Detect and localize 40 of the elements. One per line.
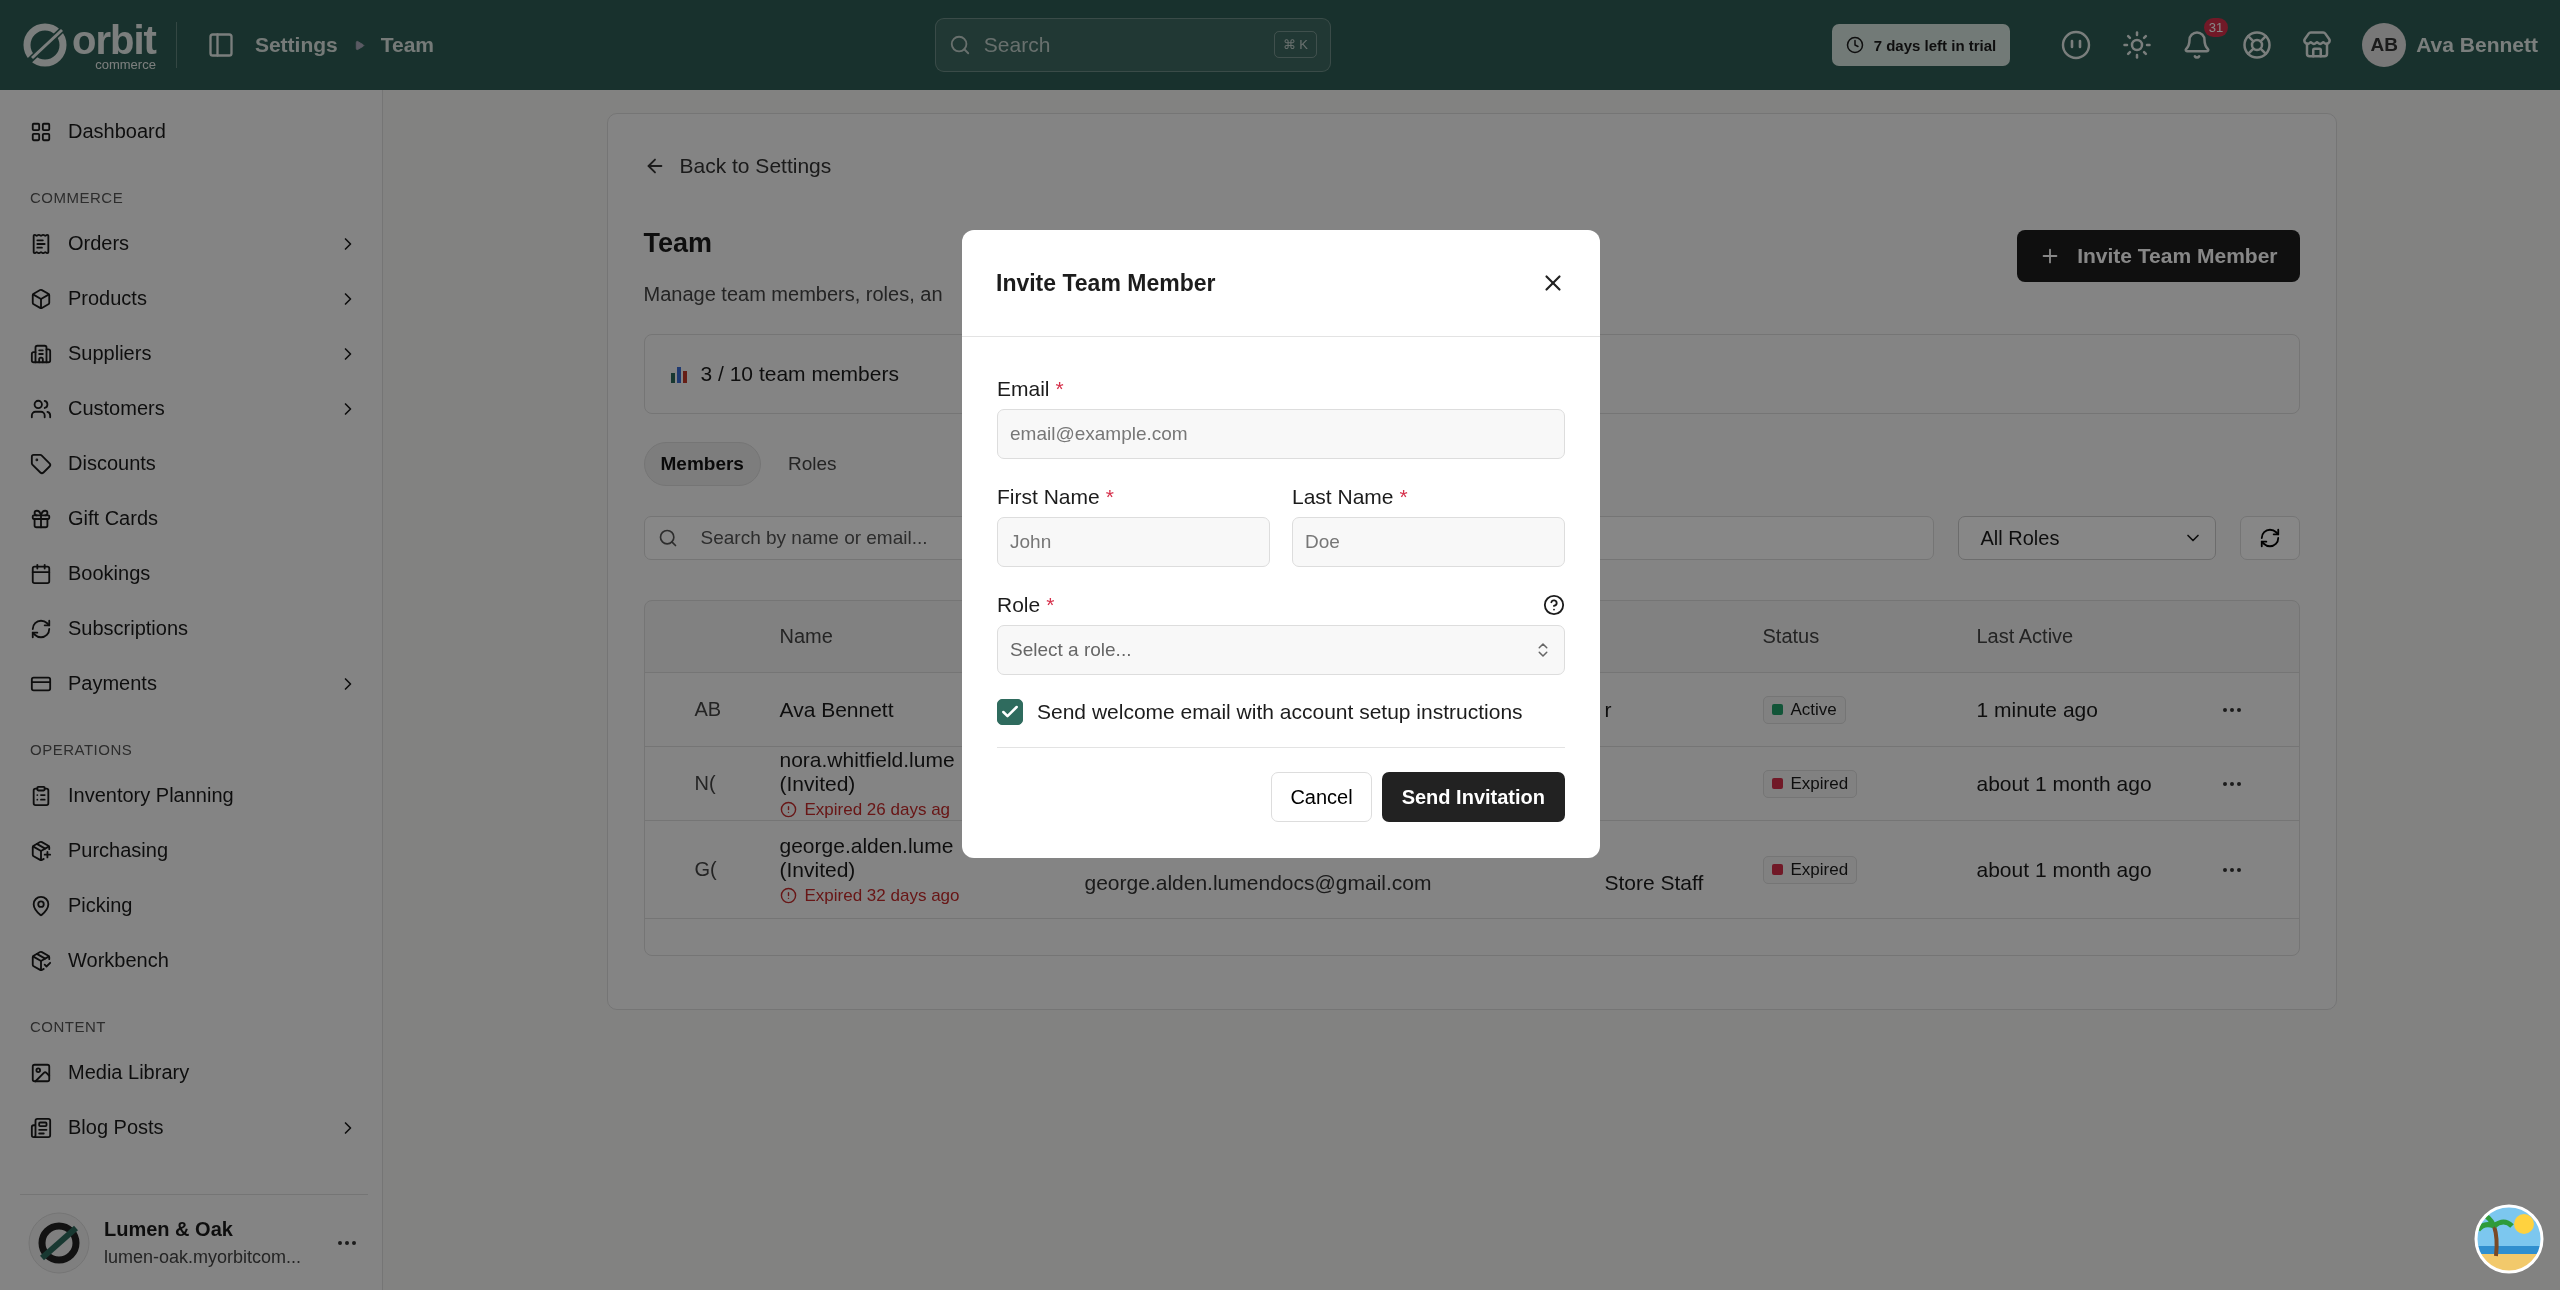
section-heading: OPERATIONS — [30, 741, 134, 758]
store-name: Lumen & Oak — [104, 1217, 234, 1241]
usage-text: 3 / 10 team members — [700, 362, 899, 386]
expiry-note: Expired 32 days ago — [779, 885, 960, 906]
logo-wordmark: orbit commerce — [72, 19, 156, 71]
member-initials: AB — [694, 698, 722, 721]
column-header: Last Active — [1976, 625, 2074, 648]
column-header: Name — [779, 625, 833, 648]
member-email: george.alden.lumendocs@gmail.com — [1084, 870, 1432, 895]
member-name: george.alden.lume — [779, 833, 954, 858]
last-active: about 1 month ago — [1976, 857, 2152, 882]
status-badge: Active — [1762, 695, 1846, 724]
member-name: Ava Bennett — [779, 697, 894, 722]
field-label: Last Name * — [1292, 485, 1409, 509]
field-label: Email * — [997, 377, 1065, 401]
status-badge: Expired — [1762, 769, 1858, 798]
section-heading: CONTENT — [30, 1018, 107, 1035]
page-subtitle: Manage team members, roles, an — [643, 283, 943, 306]
shortcut-hint: ⌘ K — [1273, 31, 1317, 58]
user-avatar: AB — [2362, 23, 2407, 67]
field-label: Role * — [997, 593, 1055, 617]
checkbox-label: Send welcome email with account setup instructions — [1037, 700, 1523, 724]
notification-count: 31 — [2203, 18, 2229, 37]
member-role: Store Staff — [1604, 870, 1704, 895]
invited-label: (Invited) — [779, 857, 856, 882]
expiry-note: Expired 26 days ag — [779, 799, 951, 820]
page-title: Team — [643, 228, 714, 259]
column-header: Status — [1762, 625, 1820, 648]
invited-label: (Invited) — [779, 771, 856, 796]
dialog-title: Invite Team Member — [996, 269, 1216, 297]
field-label: First Name * — [997, 485, 1115, 509]
last-active: about 1 month ago — [1976, 771, 2152, 796]
store-domain: lumen-oak.myorbitcom... — [104, 1246, 302, 1268]
section-heading: COMMERCE — [30, 189, 125, 206]
member-name: nora.whitfield.lume — [779, 747, 955, 772]
member-role: r — [1604, 697, 1612, 722]
member-initials: G( — [694, 858, 717, 881]
last-active: 1 minute ago — [1976, 697, 2098, 722]
member-initials: N( — [694, 772, 716, 795]
status-badge: Expired — [1762, 855, 1858, 884]
